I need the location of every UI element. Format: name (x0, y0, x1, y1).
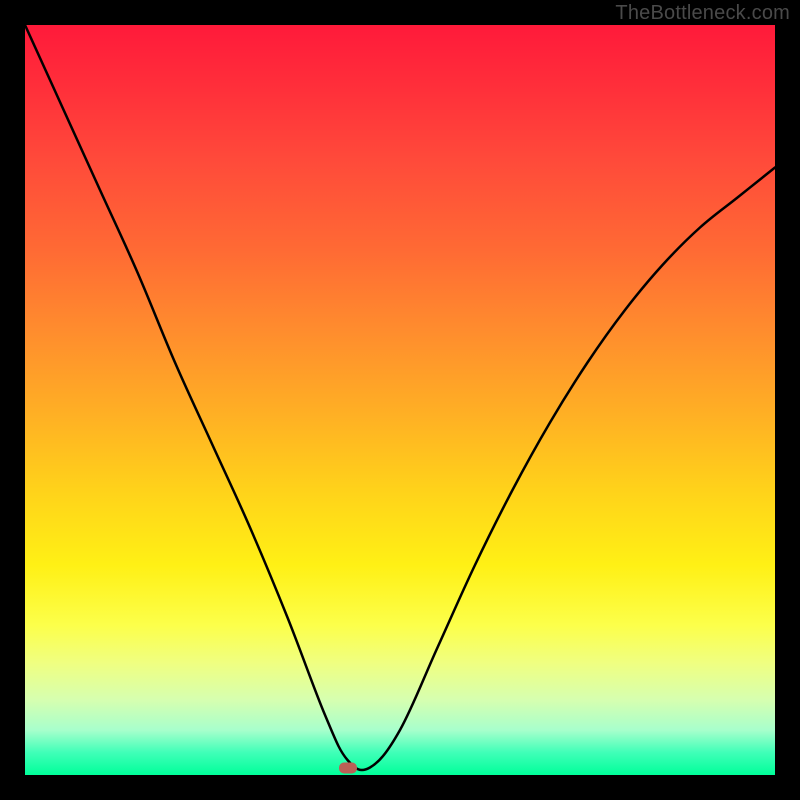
minimum-marker (339, 762, 357, 773)
watermark-text: TheBottleneck.com (615, 2, 790, 25)
chart-frame: TheBottleneck.com (0, 0, 800, 800)
plot-area (25, 25, 775, 775)
bottleneck-curve (25, 25, 775, 775)
